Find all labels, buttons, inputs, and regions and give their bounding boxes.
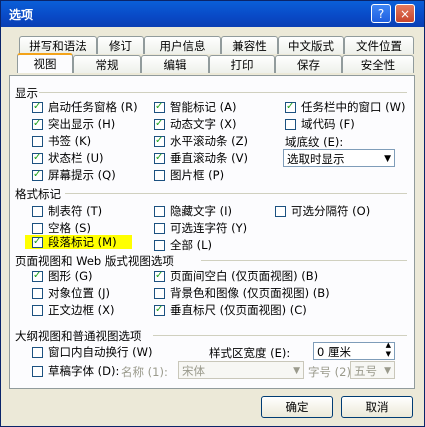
checkbox-box[interactable] [154, 269, 165, 283]
checkbox-draft-font[interactable]: 草稿字体 (D): [32, 364, 119, 378]
tab-save[interactable]: 保存 [275, 55, 342, 73]
checkbox-horizontal-scrollbar[interactable]: 水平滚动条 (Z) [154, 134, 248, 148]
display-separator [39, 92, 407, 93]
font-size-select[interactable]: 五号 ▼ [350, 361, 395, 379]
font-name-label: 名称 (1): [121, 365, 168, 379]
checkbox-background-colors-images[interactable]: 背景色和图像 (仅页面视图) (B) [154, 286, 330, 300]
checkbox-box[interactable] [154, 117, 165, 131]
checkbox-box[interactable] [32, 235, 43, 249]
checkbox-box[interactable] [154, 151, 165, 165]
tab-row-bottom: 视图 常规 编辑 打印 保存 安全性 [9, 53, 415, 73]
checkbox-box[interactable] [154, 170, 165, 181]
checkbox-box[interactable] [154, 100, 165, 114]
checkbox-box[interactable] [32, 206, 43, 217]
checkbox-box[interactable] [32, 366, 43, 377]
field-shading-label: 域底纹 (E): [285, 135, 344, 149]
checkbox-field-codes[interactable]: 域代码 (F) [285, 117, 355, 131]
checkbox-animated-text[interactable]: 动态文字 (X) [154, 117, 237, 131]
format-marks-separator [65, 193, 407, 194]
outline-separator [153, 335, 407, 336]
dialog-title: 选项 [9, 8, 34, 22]
checkbox-box[interactable] [32, 223, 43, 234]
checkbox-vertical-scrollbar[interactable]: 垂直滚动条 (V) [154, 151, 248, 165]
font-size-label: 字号 (2): [308, 365, 355, 379]
checkbox-box[interactable] [32, 100, 43, 114]
tab-revisions[interactable]: 修订 [97, 36, 144, 54]
checkbox-box[interactable] [154, 134, 165, 148]
checkbox-startup-task-pane[interactable]: 启动任务窗格 (R) [32, 100, 138, 114]
tab-user-info[interactable]: 用户信息 [144, 36, 221, 54]
display-group-title: 显示 [15, 86, 38, 100]
checkbox-box[interactable] [154, 303, 165, 317]
style-area-width-spinner[interactable]: 0 厘米 ▲ ▼ [313, 341, 395, 360]
checkbox-bookmarks[interactable]: 书签 (K) [32, 134, 91, 148]
checkbox-box[interactable] [32, 288, 43, 299]
tab-edit[interactable]: 编辑 [141, 55, 209, 73]
tab-general[interactable]: 常规 [73, 55, 141, 73]
close-button[interactable]: × [395, 4, 415, 23]
checkbox-drawings[interactable]: 图形 (G) [32, 269, 93, 283]
options-dialog: 选项 ? × 拼写和语法 修订 用户信息 兼容性 中文版式 文件位置 视图 常规… [0, 0, 425, 427]
tab-spelling[interactable]: 拼写和语法 [19, 36, 97, 54]
checkbox-smart-tags[interactable]: 智能标记 (A) [154, 100, 237, 114]
tab-asian-typography[interactable]: 中文版式 [278, 36, 344, 54]
checkbox-box[interactable] [32, 168, 43, 182]
print-web-separator [201, 260, 407, 261]
checkbox-hidden-text[interactable]: 隐藏文字 (I) [154, 204, 232, 218]
checkbox-box[interactable] [285, 100, 296, 114]
checkbox-vertical-ruler[interactable]: 垂直标尺 (仅页面视图) (C) [154, 303, 307, 317]
field-shading-select[interactable]: 选取时显示 ▼ [283, 149, 395, 167]
dropdown-arrow-icon: ▼ [384, 154, 391, 164]
tab-compatibility[interactable]: 兼容性 [221, 36, 278, 54]
spinner-arrows-icon[interactable]: ▲ ▼ [386, 341, 391, 359]
checkbox-wrap-to-window[interactable]: 窗口内自动换行 (W) [32, 345, 153, 359]
tab-security[interactable]: 安全性 [342, 55, 414, 73]
checkbox-optional-breaks[interactable]: 可选分隔符 (O) [275, 204, 370, 218]
dropdown-arrow-icon: ▼ [384, 366, 391, 376]
checkbox-box[interactable] [154, 240, 165, 251]
checkbox-paragraph-marks[interactable]: 段落标记 (M) [25, 235, 132, 249]
ok-button[interactable]: 确定 [261, 396, 333, 418]
checkbox-screen-tips[interactable]: 屏幕提示 (Q) [32, 168, 116, 182]
checkbox-box[interactable] [285, 119, 296, 130]
checkbox-optional-hyphens[interactable]: 可选连字符 (Y) [154, 221, 247, 235]
checkbox-box[interactable] [154, 288, 165, 299]
font-name-select[interactable]: 宋体 ▼ [178, 361, 304, 379]
tab-view[interactable]: 视图 [17, 53, 73, 73]
checkbox-box[interactable] [275, 206, 286, 217]
checkbox-box[interactable] [32, 347, 43, 358]
checkbox-object-anchors[interactable]: 对象位置 (J) [32, 286, 110, 300]
checkbox-picture-placeholders[interactable]: 图片框 (P) [154, 168, 224, 182]
checkbox-box[interactable] [32, 269, 43, 283]
checkbox-box[interactable] [154, 206, 165, 217]
print-web-group-title: 页面视图和 Web 版式视图选项 [15, 254, 174, 268]
title-bar[interactable]: 选项 ? × [1, 1, 424, 27]
checkbox-text-boundaries[interactable]: 正文边框 (X) [32, 303, 115, 317]
checkbox-box[interactable] [32, 305, 43, 316]
format-marks-group-title: 格式标记 [15, 187, 61, 201]
checkbox-spaces[interactable]: 空格 (S) [32, 221, 91, 235]
style-area-width-label: 样式区宽度 (E): [209, 346, 291, 360]
checkbox-status-bar[interactable]: 状态栏 (U) [32, 151, 104, 165]
checkbox-box[interactable] [32, 151, 43, 165]
tab-file-locations[interactable]: 文件位置 [344, 36, 414, 54]
tab-row-top: 拼写和语法 修订 用户信息 兼容性 中文版式 文件位置 [9, 36, 415, 54]
checkbox-windows-in-taskbar[interactable]: 任务栏中的窗口 (W) [285, 100, 406, 114]
checkbox-white-space-between-pages[interactable]: 页面间空白 (仅页面视图) (B) [154, 269, 318, 283]
checkbox-highlight[interactable]: 突出显示 (H) [32, 117, 115, 131]
checkbox-tab-characters[interactable]: 制表符 (T) [32, 204, 102, 218]
outline-group-title: 大纲视图和普通视图选项 [15, 329, 142, 343]
cancel-button[interactable]: 取消 [341, 396, 413, 418]
checkbox-all-marks[interactable]: 全部 (L) [154, 238, 212, 252]
checkbox-box[interactable] [32, 117, 43, 131]
dropdown-arrow-icon: ▼ [293, 366, 300, 376]
checkbox-box[interactable] [32, 136, 43, 147]
checkbox-box[interactable] [154, 223, 165, 234]
help-button[interactable]: ? [371, 4, 391, 23]
tab-print[interactable]: 打印 [209, 55, 275, 73]
